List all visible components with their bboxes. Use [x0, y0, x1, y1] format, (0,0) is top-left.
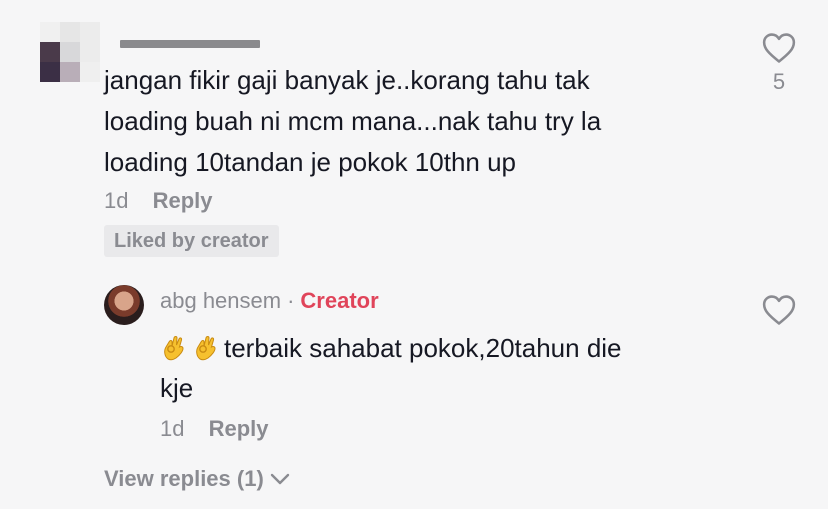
ok-hand-emoji-icon	[196, 336, 216, 361]
comment-line: loading buah ni mcm mana...nak tahu try …	[104, 106, 602, 136]
commenter-avatar[interactable]	[40, 22, 100, 82]
reply-meta: 1d Reply	[160, 416, 269, 442]
reply-to-reply-button[interactable]: Reply	[209, 416, 269, 441]
view-replies-label: View replies (1)	[104, 466, 264, 491]
comment-time: 1d	[104, 188, 129, 213]
reply-header: abg hensem · Creator	[160, 288, 379, 314]
reply-username[interactable]: abg hensem	[160, 288, 281, 313]
commenter-username-redacted[interactable]	[120, 40, 260, 48]
liked-by-creator-badge: Liked by creator	[104, 225, 279, 257]
reply-text-line2: kje	[160, 373, 194, 403]
comment-line: loading 10tandan je pokok 10thn up	[104, 147, 517, 177]
like-count: 5	[772, 69, 786, 94]
reply-text: terbaik sahabat pokok,20tahun die kje	[160, 328, 720, 408]
heart-outline-icon	[762, 295, 796, 325]
reply-line: terbaik sahabat pokok,20tahun die	[160, 328, 720, 368]
comment-line: jangan fikir gaji banyak je..korang tahu…	[104, 65, 590, 95]
reply-text-line1: terbaik sahabat pokok,20tahun die	[224, 333, 622, 363]
separator-dot: ·	[287, 288, 295, 313]
reply-time: 1d	[160, 416, 185, 441]
ok-hand-emoji-icon	[164, 336, 184, 361]
reply-button[interactable]: Reply	[153, 188, 213, 213]
reply-like-button[interactable]	[762, 294, 796, 331]
reply-avatar[interactable]	[104, 285, 144, 325]
heart-outline-icon	[762, 33, 796, 63]
comment-text: jangan fikir gaji banyak je..korang tahu…	[104, 60, 744, 183]
chevron-down-icon	[270, 473, 289, 485]
comment-like-button[interactable]: 5	[762, 32, 796, 95]
view-replies-button[interactable]: View replies (1)	[104, 466, 290, 492]
creator-label: Creator	[300, 288, 379, 313]
comment-meta: 1d Reply	[104, 188, 213, 214]
